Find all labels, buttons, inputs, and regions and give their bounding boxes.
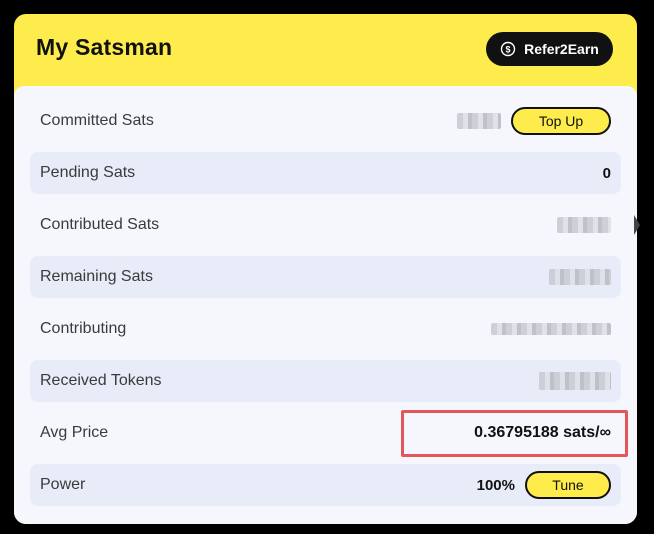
scroll-arrow-icon[interactable] [634,215,640,235]
tune-button[interactable]: Tune [525,471,611,499]
redacted-value [457,113,501,129]
row-remaining-sats: Remaining Sats [30,256,621,298]
row-avg-price: Avg Price 0.36795188 sats/∞ [30,412,621,454]
row-label: Received Tokens [40,372,162,389]
avg-price-value: 0.36795188 sats/∞ [474,424,611,441]
row-value: 0 [602,164,611,182]
row-power: Power 100% Tune [30,464,621,506]
redacted-value [557,217,611,233]
row-label: Pending Sats [40,164,136,181]
redacted-value [549,269,611,285]
row-label: Committed Sats [40,112,154,129]
row-label: Contributing [40,320,127,337]
row-label: Avg Price [40,424,109,441]
svg-text:$: $ [506,45,511,55]
row-committed-sats: Committed Sats Top Up [30,100,621,142]
row-pending-sats: Pending Sats 0 [30,152,621,194]
top-up-button[interactable]: Top Up [511,107,611,135]
row-received-tokens: Received Tokens [30,360,621,402]
refer2earn-label: Refer2Earn [524,41,599,57]
card-header: My Satsman $ Refer2Earn [14,14,637,86]
row-label: Contributed Sats [40,216,160,233]
satsman-card: My Satsman $ Refer2Earn Committed Sats T… [14,14,637,524]
row-label: Power [40,476,86,493]
redacted-value [539,372,611,390]
row-contributed-sats: Contributed Sats [30,204,621,246]
dollar-coin-icon: $ [500,41,516,57]
refer2earn-button[interactable]: $ Refer2Earn [486,32,613,66]
card-title: My Satsman [36,34,173,60]
stats-panel: Committed Sats Top Up Pending Sats 0 Con… [14,86,637,524]
row-contributing: Contributing [30,308,621,350]
redacted-value [491,323,611,335]
row-label: Remaining Sats [40,268,153,285]
power-value: 100% [476,476,515,494]
